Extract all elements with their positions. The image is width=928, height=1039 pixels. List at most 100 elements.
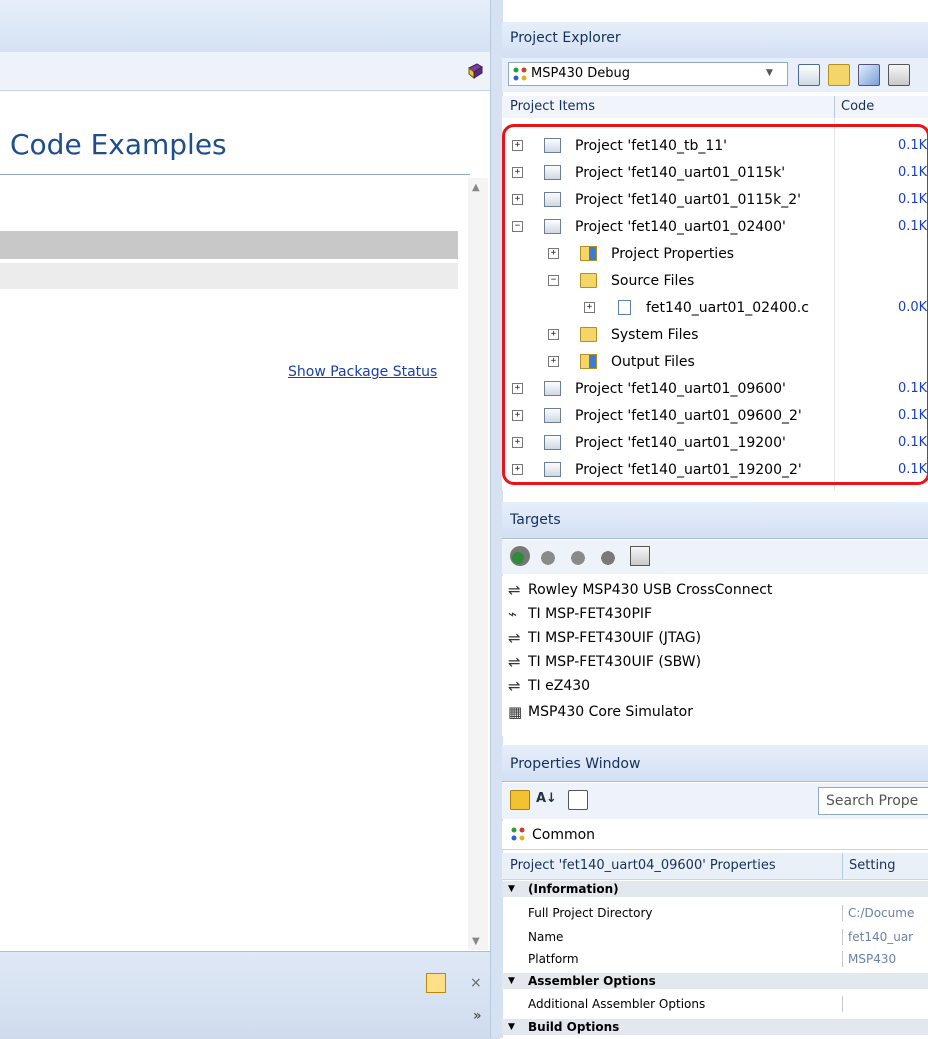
property-name: Additional Assembler Options — [528, 997, 706, 1011]
pin-button[interactable] — [426, 973, 446, 993]
target-item[interactable]: ⇌ TI MSP-FET430UIF (JTAG) — [502, 626, 928, 650]
column-separator[interactable] — [834, 96, 835, 118]
expand-toggle-icon[interactable]: + — [512, 194, 523, 205]
add-existing-file-icon[interactable] — [858, 64, 880, 86]
category-label: Build Options — [528, 1020, 620, 1034]
tree-row[interactable]: + Project 'fet140_uart01_09600_2' 0.1K — [502, 403, 928, 430]
reconnect-icon[interactable] — [570, 546, 590, 566]
properties-icon[interactable] — [888, 64, 910, 86]
disconnect-icon[interactable] — [540, 546, 560, 566]
code-size: 0.1K — [898, 381, 928, 396]
project-icon — [544, 219, 561, 234]
tree-row[interactable]: + Project 'fet140_uart01_09600' 0.1K — [502, 376, 928, 403]
property-name: Full Project Directory — [528, 906, 653, 920]
vertical-scrollbar[interactable] — [468, 178, 488, 950]
target-item[interactable]: ⇌ Rowley MSP430 USB CrossConnect — [502, 578, 928, 602]
project-icon — [544, 138, 561, 153]
tree-item-label: Project 'fet140_uart01_09600' — [575, 381, 786, 397]
tree-row[interactable]: − Source Files — [502, 268, 928, 295]
content-bar-light — [0, 263, 458, 289]
property-row[interactable]: Additional Assembler Options — [502, 996, 928, 1012]
property-category[interactable]: ▼ Assembler Options — [502, 973, 928, 989]
tree-item-label: System Files — [611, 327, 699, 343]
tree-row[interactable]: + Project 'fet140_tb_11' 0.1K — [502, 133, 928, 160]
expand-toggle-icon[interactable]: + — [548, 356, 559, 367]
target-item[interactable]: ▦ MSP430 Core Simulator — [502, 700, 928, 724]
column-header-setting[interactable]: Setting — [849, 858, 896, 873]
tree-row[interactable]: + Output Files — [502, 349, 928, 376]
c-file-icon — [618, 300, 631, 315]
reset-target-icon[interactable] — [600, 546, 620, 566]
tree-item-label: Project 'fet140_uart01_02400' — [575, 219, 786, 235]
usb-icon: ⇌ — [508, 581, 521, 599]
configuration-value: MSP430 Debug — [531, 66, 631, 81]
show-package-status-link[interactable]: Show Package Status — [288, 364, 437, 380]
categorized-view-icon[interactable] — [510, 790, 530, 810]
tree-column-separator — [834, 118, 835, 490]
property-row[interactable]: Full Project Directory C:/Docume — [502, 905, 928, 921]
code-size: 0.1K — [898, 435, 928, 450]
folder-open-icon — [580, 273, 597, 288]
tree-row[interactable]: + Project 'fet140_uart01_0115k_2' 0.1K — [502, 187, 928, 214]
tree-item-label: Project 'fet140_uart01_0115k_2' — [575, 192, 801, 208]
tree-item-label: Source Files — [611, 273, 695, 289]
code-size: 0.1K — [898, 165, 928, 180]
collapse-arrow-icon[interactable]: ▼ — [508, 973, 515, 989]
expand-toggle-icon[interactable]: + — [512, 383, 523, 394]
tree-row[interactable]: − Project 'fet140_uart01_02400' 0.1K — [502, 214, 928, 241]
property-value[interactable]: MSP430 — [848, 951, 928, 967]
target-item[interactable]: ⌁ TI MSP-FET430PIF — [502, 602, 928, 626]
collapse-arrow-icon[interactable]: ▼ — [508, 881, 515, 897]
tree-row[interactable]: + Project Properties — [502, 241, 928, 268]
close-icon[interactable]: × — [470, 975, 482, 991]
property-value[interactable]: fet140_uar — [848, 929, 928, 945]
expand-toggle-icon[interactable]: + — [512, 167, 523, 178]
usb-icon: ⇌ — [508, 677, 521, 695]
connect-icon[interactable] — [510, 546, 530, 566]
expand-toggle-icon[interactable]: + — [512, 437, 523, 448]
property-pages-icon[interactable] — [568, 790, 588, 810]
column-header-project-items[interactable]: Project Items — [510, 99, 595, 114]
dropdown-arrow-icon[interactable]: ▼ — [766, 68, 773, 78]
chip-icon: ▦ — [508, 703, 523, 721]
tree-item-label: fet140_uart01_02400.c — [646, 300, 809, 316]
target-item[interactable]: ⇌ TI eZ430 — [502, 674, 928, 698]
column-header-code[interactable]: Code — [841, 99, 874, 114]
new-folder-icon[interactable] — [828, 64, 850, 86]
code-size: 0.1K — [898, 192, 928, 207]
scroll-up-arrow-icon[interactable]: ▲ — [472, 182, 480, 193]
tree-row[interactable]: + Project 'fet140_uart01_19200' 0.1K — [502, 430, 928, 457]
property-row[interactable]: Name fet140_uar — [502, 929, 928, 945]
targets-toolbar — [502, 540, 928, 574]
new-project-icon[interactable] — [798, 64, 820, 86]
folder-icon — [580, 327, 597, 342]
property-row[interactable]: Platform MSP430 — [502, 951, 928, 967]
target-label: TI MSP-FET430UIF (JTAG) — [528, 630, 702, 646]
tree-row[interactable]: + Project 'fet140_uart01_0115k' 0.1K — [502, 160, 928, 187]
tree-row[interactable]: + fet140_uart01_02400.c 0.0K — [502, 295, 928, 322]
chevron-double-down-icon[interactable]: » — [473, 1008, 482, 1024]
target-item[interactable]: ⇌ TI MSP-FET430UIF (SBW) — [502, 650, 928, 674]
scroll-down-arrow-icon[interactable]: ▼ — [472, 936, 480, 947]
property-separator — [842, 905, 843, 921]
expand-toggle-icon[interactable]: + — [584, 302, 595, 313]
property-value[interactable]: C:/Docume — [848, 905, 928, 921]
tree-row[interactable]: + Project 'fet140_uart01_19200_2' 0.1K — [502, 457, 928, 484]
collapse-toggle-icon[interactable]: − — [548, 275, 559, 286]
expand-toggle-icon[interactable]: + — [512, 464, 523, 475]
column-header-properties[interactable]: Project 'fet140_uart04_09600' Properties — [510, 858, 776, 873]
expand-toggle-icon[interactable]: + — [512, 410, 523, 421]
expand-toggle-icon[interactable]: + — [548, 248, 559, 259]
expand-toggle-icon[interactable]: + — [512, 140, 523, 151]
sort-alphabetical-icon[interactable]: A↓ — [536, 791, 557, 806]
property-category[interactable]: ▼ Build Options — [502, 1019, 928, 1035]
tree-row[interactable]: + System Files — [502, 322, 928, 349]
column-separator[interactable] — [842, 853, 843, 879]
target-properties-icon[interactable] — [630, 546, 650, 566]
book-icon[interactable] — [466, 62, 484, 80]
search-placeholder: Search Prope — [826, 793, 919, 809]
collapse-arrow-icon[interactable]: ▼ — [508, 1019, 515, 1035]
property-category[interactable]: ▼ (Information) — [502, 881, 928, 897]
expand-toggle-icon[interactable]: + — [548, 329, 559, 340]
collapse-toggle-icon[interactable]: − — [512, 221, 523, 232]
